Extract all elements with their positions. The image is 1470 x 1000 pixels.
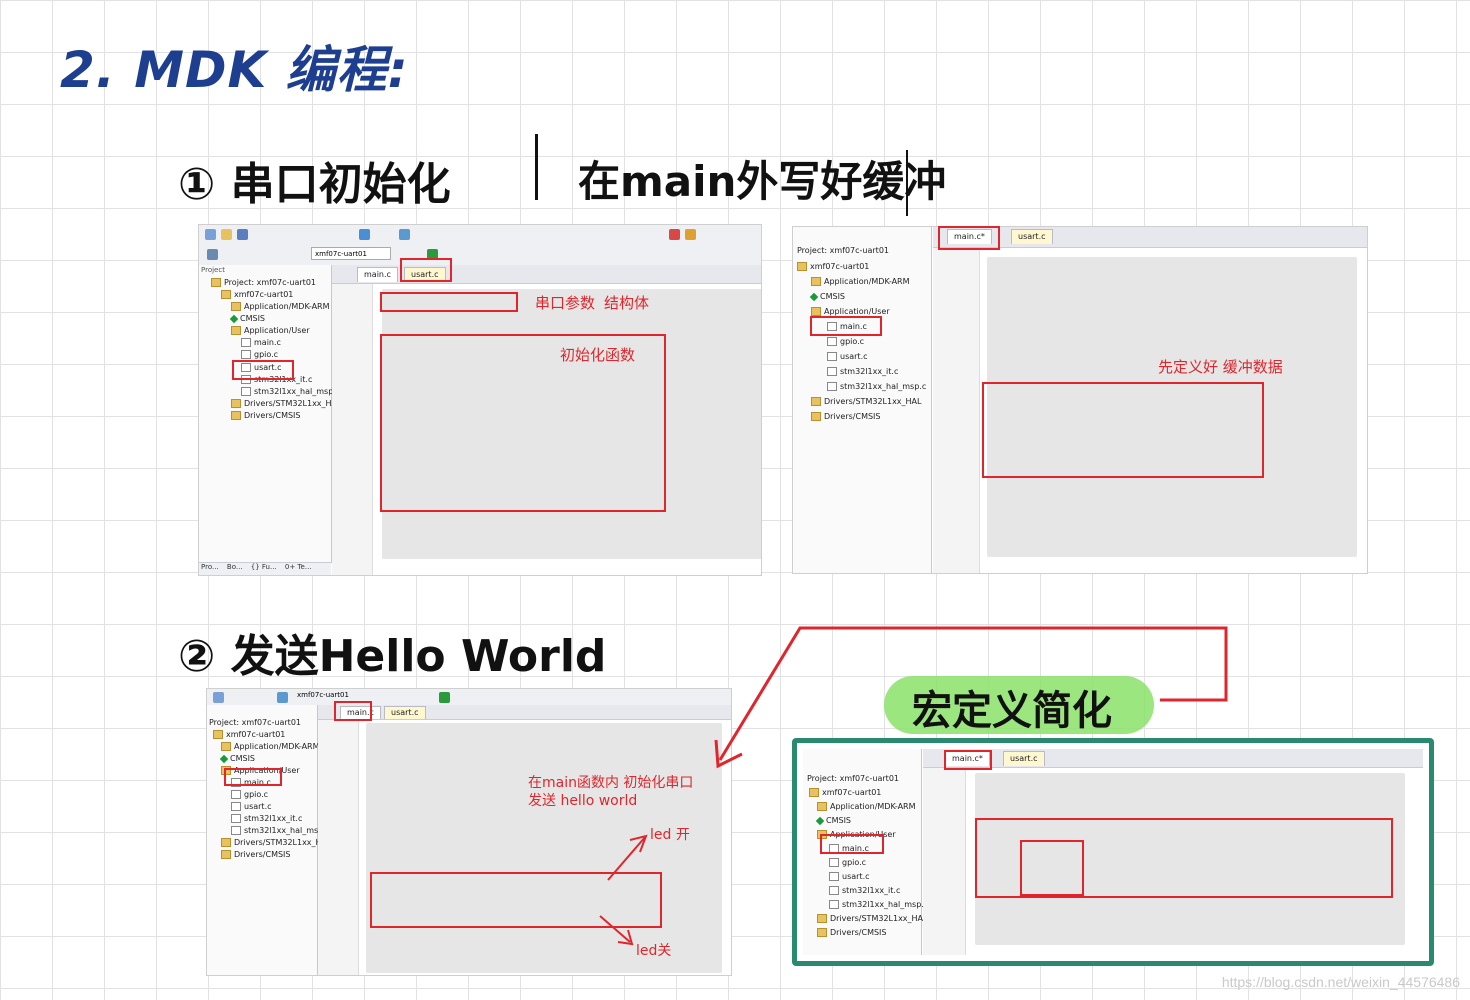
connector-arrow (599, 626, 1228, 946)
watermark: https://blog.csdn.net/weixin_44576486 (1221, 974, 1460, 990)
